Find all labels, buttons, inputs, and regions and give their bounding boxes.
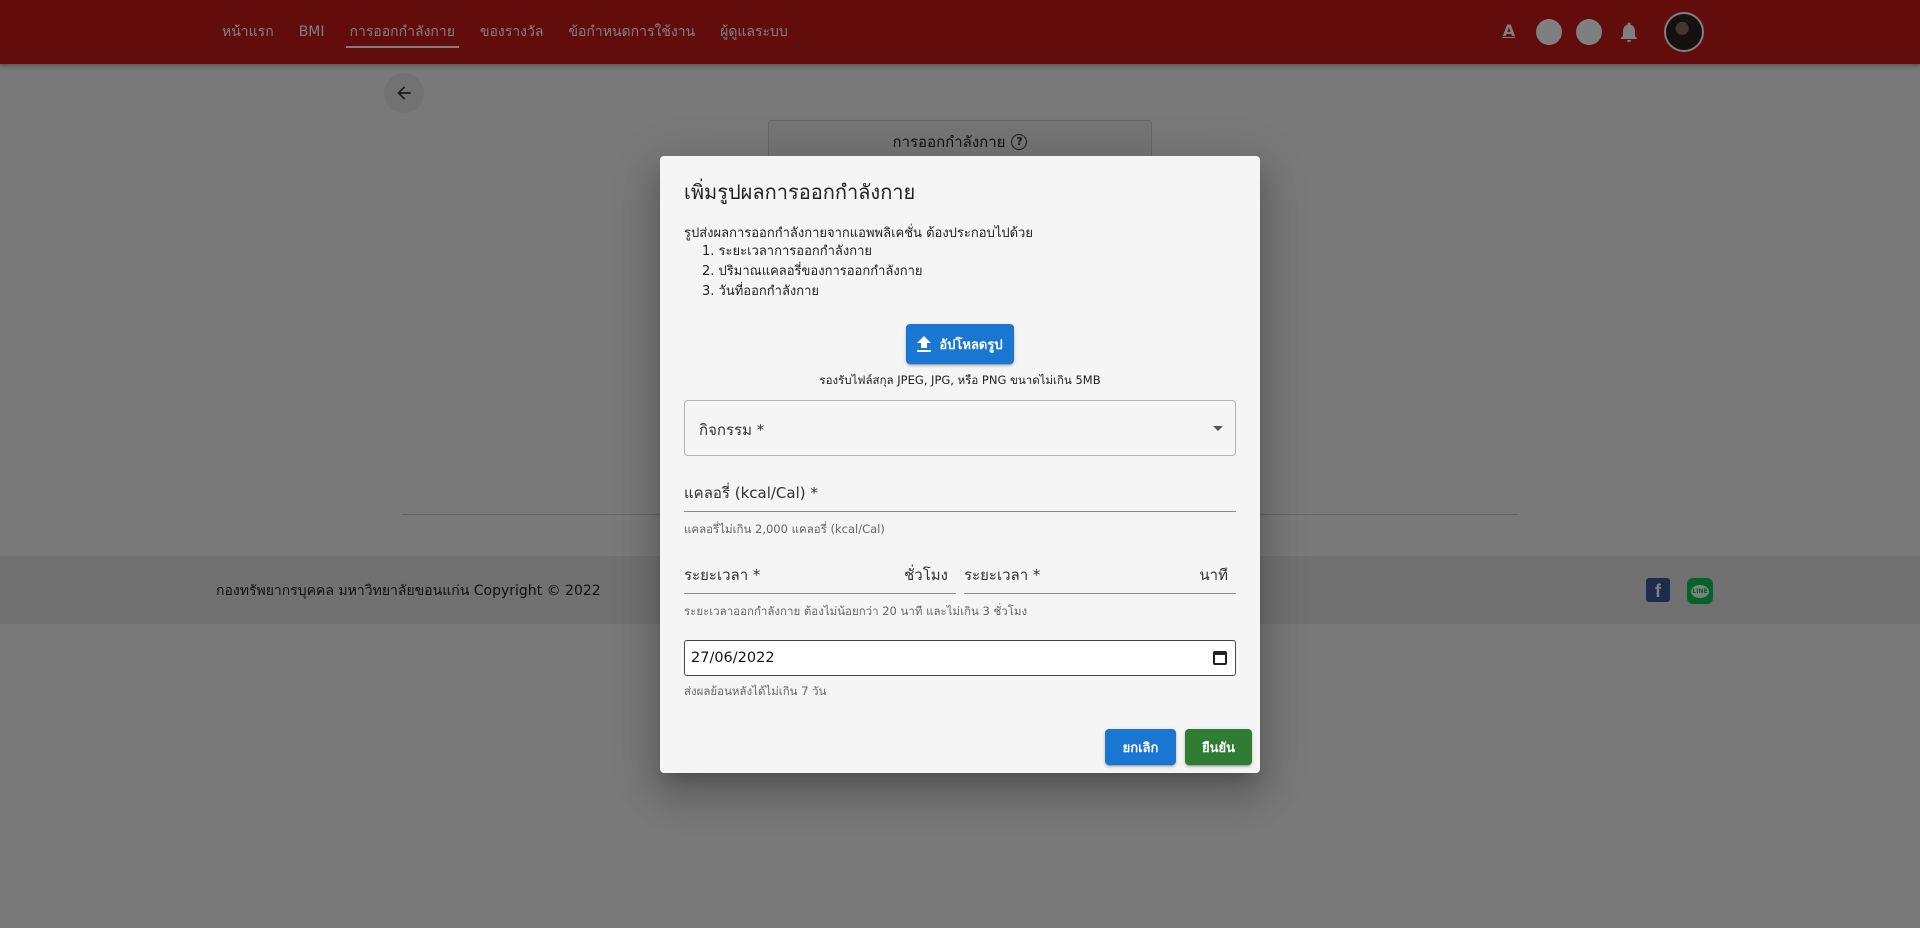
calendar-icon[interactable] bbox=[1213, 651, 1227, 665]
upload-hint: รองรับไฟล์สกุล JPEG, JPG, หรือ PNG ขนาดไ… bbox=[819, 373, 1101, 387]
calories-input[interactable]: แคลอรี่ (kcal/Cal) * bbox=[684, 478, 1236, 512]
duration-minutes-label: ระยะเวลา * bbox=[964, 566, 1041, 584]
dialog-title: เพิ่มรูปผลการออกกำลังกาย bbox=[684, 180, 916, 204]
calories-helper: แคลอรี่ไม่เกิน 2,000 แคลอรี่ (kcal/Cal) bbox=[684, 522, 885, 536]
upload-icon bbox=[917, 336, 932, 352]
upload-button-label: อัปโหลดรูป bbox=[939, 337, 1003, 353]
calories-label: แคลอรี่ (kcal/Cal) * bbox=[684, 484, 818, 502]
minutes-unit: นาที bbox=[1199, 566, 1228, 584]
activity-label: กิจกรรม * bbox=[699, 421, 765, 439]
confirm-button[interactable]: ยืนยัน bbox=[1185, 729, 1252, 765]
exercise-date-input[interactable]: 27/06/2022 bbox=[684, 640, 1236, 676]
duration-hours-input[interactable]: ระยะเวลา * ชั่วโมง bbox=[684, 560, 956, 594]
upload-image-button[interactable]: อัปโหลดรูป bbox=[906, 324, 1014, 364]
activity-select[interactable]: กิจกรรม * bbox=[684, 400, 1236, 456]
duration-helper: ระยะเวลาออกกำลังกาย ต้องไม่น้อยกว่า 20 น… bbox=[684, 604, 1028, 618]
requirements-list: 1. ระยะเวลาการออกกำลังกาย 2. ปริมาณแคลอร… bbox=[702, 242, 923, 302]
chevron-down-icon bbox=[1213, 426, 1223, 431]
duration-minutes-input[interactable]: ระยะเวลา * นาที bbox=[964, 560, 1236, 594]
hours-unit: ชั่วโมง bbox=[904, 566, 948, 584]
list-item: 2. ปริมาณแคลอรี่ของการออกกำลังกาย bbox=[702, 264, 923, 279]
add-exercise-result-dialog: เพิ่มรูปผลการออกกำลังกาย รูปส่งผลการออกก… bbox=[660, 156, 1260, 773]
list-item: 3. วันที่ออกกำลังกาย bbox=[702, 284, 820, 299]
list-item: 1. ระยะเวลาการออกกำลังกาย bbox=[702, 244, 873, 259]
cancel-button[interactable]: ยกเลิก bbox=[1105, 729, 1176, 765]
duration-hours-label: ระยะเวลา * bbox=[684, 566, 761, 584]
dialog-intro: รูปส่งผลการออกกำลังกายจากแอพพลิเคชั่น ต้… bbox=[684, 226, 1033, 241]
date-helper: ส่งผลย้อนหลังได้ไม่เกิน 7 วัน bbox=[684, 684, 827, 698]
date-value: 27/06/2022 bbox=[691, 650, 775, 666]
